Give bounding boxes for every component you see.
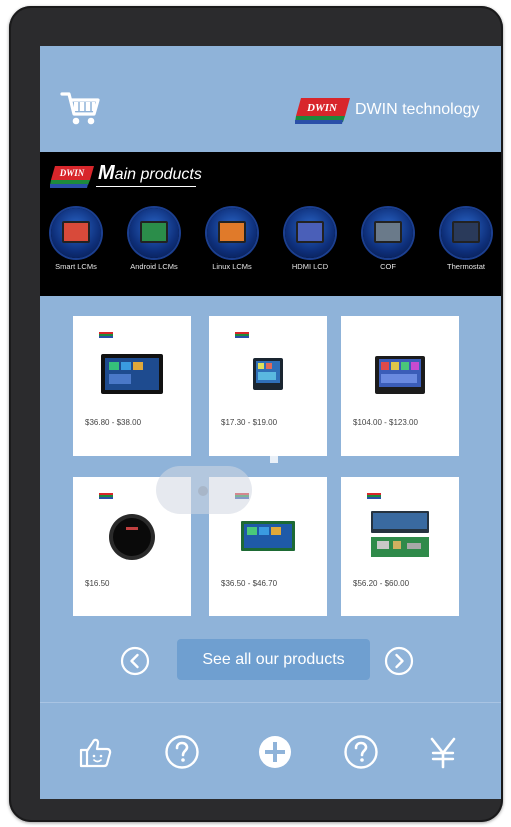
product-image	[101, 354, 163, 394]
touch-ripple-dot	[198, 486, 208, 496]
plus-circle-icon[interactable]	[257, 734, 293, 770]
category-smart-lcms[interactable]: Smart LCMs	[41, 208, 111, 288]
main-products-banner: DWIN Main products Smart LCMs Android LC…	[40, 152, 501, 296]
see-all-products-button[interactable]: See all our products	[177, 639, 370, 680]
dwin-logo: DWIN	[295, 96, 350, 124]
category-cof[interactable]: COF	[353, 208, 423, 288]
dwin-flag-icon	[99, 332, 113, 338]
product-image	[375, 356, 425, 394]
product-image	[371, 511, 429, 557]
category-image	[285, 208, 335, 258]
category-image	[51, 208, 101, 258]
category-hdmi-lcd[interactable]: HDMI LCD	[275, 208, 345, 288]
banner-underline	[96, 186, 196, 187]
product-image	[253, 358, 283, 390]
category-image	[207, 208, 257, 258]
banner-dwin-logo: DWIN	[50, 164, 94, 188]
thumbs-up-icon[interactable]	[77, 734, 113, 770]
product-image	[241, 521, 295, 551]
category-linux-lcms[interactable]: Linux LCMs	[197, 208, 267, 288]
product-card[interactable]: $17.30 - $19.00	[209, 316, 327, 456]
category-image	[363, 208, 413, 258]
brand-name: DWIN technology	[355, 101, 480, 118]
chevron-left-circle-icon[interactable]	[120, 646, 150, 676]
app-header: DWIN DWIN technology	[40, 46, 501, 152]
category-image	[129, 208, 179, 258]
question-circle-icon[interactable]	[164, 734, 200, 770]
shopping-cart-icon[interactable]	[60, 88, 102, 128]
touch-indicator	[270, 451, 278, 463]
dwin-flag-icon	[367, 493, 381, 499]
question-circle-icon[interactable]	[343, 734, 379, 770]
app-screen: DWIN DWIN technology DWIN Main products …	[40, 46, 501, 799]
category-android-lcms[interactable]: Android LCMs	[119, 208, 189, 288]
svg-text:DWIN: DWIN	[306, 102, 338, 114]
chevron-right-circle-icon[interactable]	[384, 646, 414, 676]
product-card[interactable]: $56.20 - $60.00	[341, 477, 459, 616]
yen-icon[interactable]	[425, 734, 461, 770]
product-card[interactable]: $104.00 - $123.00	[341, 316, 459, 456]
product-card[interactable]: $36.80 - $38.00	[73, 316, 191, 456]
device-frame: DWIN DWIN technology DWIN Main products …	[9, 6, 503, 822]
product-image	[109, 514, 155, 560]
banner-title: Main products	[98, 162, 202, 184]
nav-divider	[40, 702, 501, 703]
category-thermostat[interactable]: Thermostat	[431, 208, 501, 288]
dwin-flag-icon	[235, 332, 249, 338]
category-image	[441, 208, 491, 258]
svg-text:DWIN: DWIN	[59, 168, 85, 178]
dwin-flag-icon	[99, 493, 113, 499]
